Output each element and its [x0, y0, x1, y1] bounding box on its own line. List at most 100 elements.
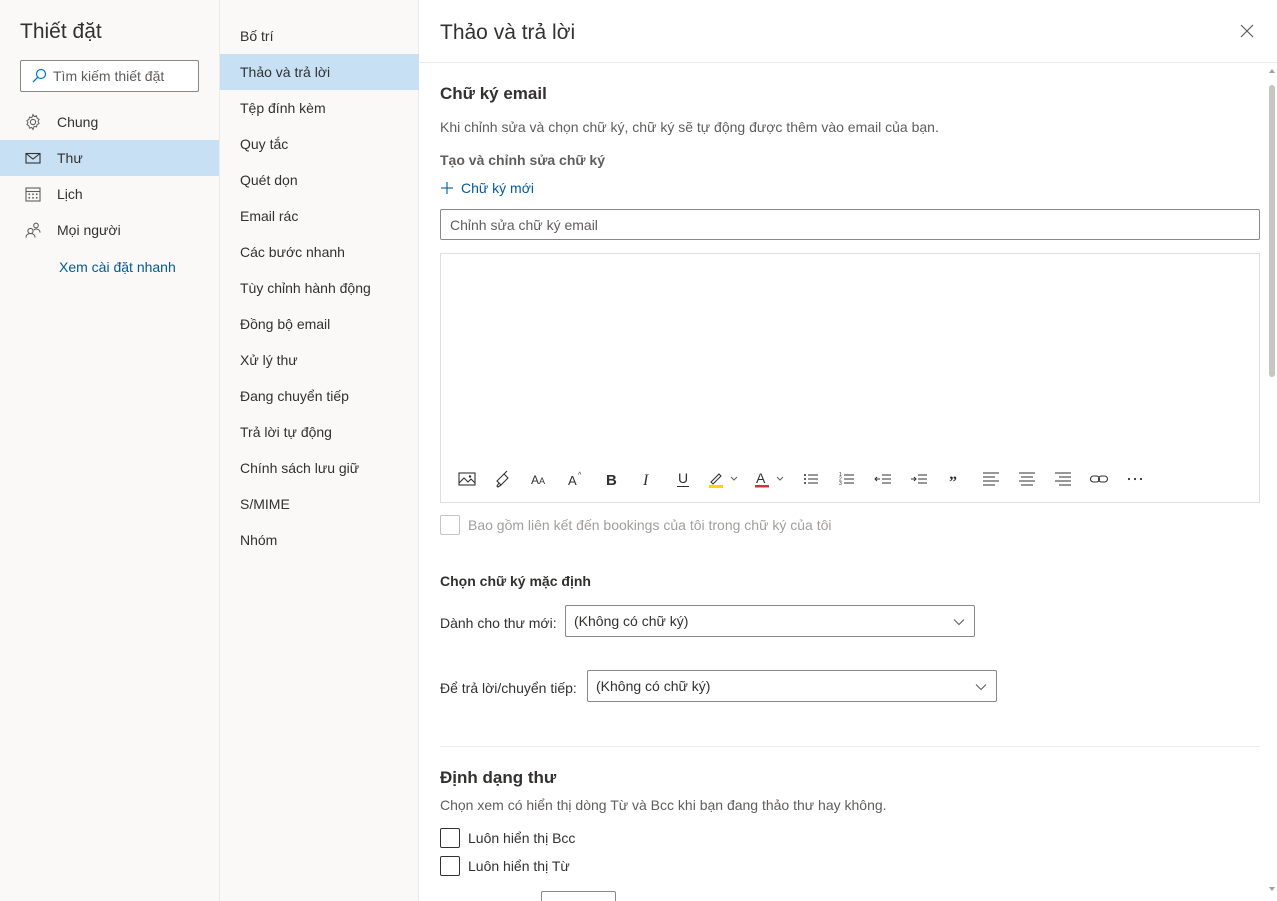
always-show-from-label: Luôn hiển thị Từ	[468, 858, 570, 874]
menu-item-rules[interactable]: Quy tắc	[220, 126, 419, 162]
nav-item-label: Thư	[57, 150, 83, 166]
new-messages-signature-dropdown[interactable]: (Không có chữ ký)	[565, 605, 975, 637]
search-icon	[32, 68, 47, 83]
nav-item-mail[interactable]: Thư	[0, 140, 219, 176]
scroll-thumb[interactable]	[1269, 85, 1275, 377]
svg-text:^: ^	[578, 472, 582, 479]
new-signature-label: Chữ ký mới	[461, 180, 535, 196]
compose-reply-panel: Thảo và trả lời Chữ ký email Khi chỉnh s…	[420, 0, 1277, 901]
font-size-icon[interactable]: AA	[521, 464, 557, 494]
email-signature-heading: Chữ ký email	[440, 84, 547, 103]
create-edit-signature-label: Tạo và chỉnh sửa chữ ký	[440, 152, 605, 168]
chevron-down-icon	[975, 684, 987, 691]
quote-icon[interactable]: ”	[937, 464, 973, 494]
signature-editor[interactable]: AA A ^ B I U A 123 ”	[440, 253, 1260, 503]
nav-item-calendar[interactable]: Lịch	[0, 176, 219, 212]
email-signature-description: Khi chỉnh sửa và chọn chữ ký, chữ ký sẽ …	[440, 119, 939, 135]
svg-text:”: ”	[949, 474, 957, 489]
always-show-bcc-checkbox[interactable]: Luôn hiển thị Bcc	[440, 828, 575, 848]
menu-item-compose-reply[interactable]: Thảo và trả lời	[220, 54, 419, 90]
new-messages-label: Dành cho thư mới:	[440, 615, 557, 631]
italic-icon[interactable]: I	[629, 464, 665, 494]
svg-text:A: A	[568, 473, 577, 488]
menu-item-retention-policies[interactable]: Chính sách lưu giữ	[220, 450, 419, 486]
menu-item-customize-actions[interactable]: Tùy chỉnh hành động	[220, 270, 419, 306]
menu-item-smime[interactable]: S/MIME	[220, 486, 419, 522]
panel-header: Thảo và trả lời	[420, 0, 1277, 63]
panel-scrollbar[interactable]	[1267, 63, 1277, 901]
font-color-icon[interactable]: A	[747, 464, 793, 494]
include-bookings-checkbox[interactable]: Bao gồm liên kết đến bookings của tôi tr…	[440, 515, 831, 535]
people-icon	[24, 221, 42, 239]
nav-item-label: Chung	[57, 114, 99, 130]
svg-text:A: A	[531, 473, 539, 487]
svg-text:3: 3	[839, 481, 842, 487]
format-painter-icon[interactable]	[485, 464, 521, 494]
replies-signature-dropdown[interactable]: (Không có chữ ký)	[587, 670, 997, 702]
formatting-toolbar: AA A ^ B I U A 123 ”	[449, 464, 1153, 494]
include-bookings-label: Bao gồm liên kết đến bookings của tôi tr…	[468, 517, 832, 533]
menu-item-message-handling[interactable]: Xử lý thư	[220, 342, 419, 378]
replies-forwards-label: Để trả lời/chuyển tiếp:	[440, 680, 577, 696]
decrease-indent-icon[interactable]	[865, 464, 901, 494]
signature-name-input[interactable]	[440, 209, 1260, 240]
checkbox-box[interactable]	[440, 828, 460, 848]
menu-item-layout[interactable]: Bố trí	[220, 18, 419, 54]
nav-item-label: Mọi người	[57, 222, 121, 238]
menu-item-junk-email[interactable]: Email rác	[220, 198, 419, 234]
superscript-icon[interactable]: A ^	[557, 464, 593, 494]
settings-search-box[interactable]: Tìm kiếm thiết đặt	[20, 60, 199, 92]
gear-icon	[24, 113, 42, 131]
increase-indent-icon[interactable]	[901, 464, 937, 494]
menu-item-attachments[interactable]: Tệp đính kèm	[220, 90, 419, 126]
nav-item-people[interactable]: Mọi người	[0, 212, 219, 248]
dropdown-value: (Không có chữ ký)	[574, 613, 689, 629]
menu-item-forwarding[interactable]: Đang chuyển tiếp	[220, 378, 419, 414]
scroll-up-icon[interactable]	[1268, 67, 1276, 75]
settings-title: Thiết đặt	[20, 20, 102, 43]
message-format-heading: Định dạng thư	[440, 768, 557, 787]
menu-item-sync-email[interactable]: Đồng bộ email	[220, 306, 419, 342]
align-left-icon[interactable]	[973, 464, 1009, 494]
menu-item-groups[interactable]: Nhóm	[220, 522, 419, 558]
always-show-from-checkbox[interactable]: Luôn hiển thị Từ	[440, 856, 570, 876]
align-right-icon[interactable]	[1045, 464, 1081, 494]
scroll-down-icon[interactable]	[1268, 885, 1276, 893]
always-show-bcc-label: Luôn hiển thị Bcc	[468, 830, 576, 846]
nav-item-general[interactable]: Chung	[0, 104, 219, 140]
chevron-down-icon	[953, 619, 965, 626]
underline-icon[interactable]: U	[665, 464, 701, 494]
bold-icon[interactable]: B	[593, 464, 629, 494]
default-signature-heading: Chọn chữ ký mặc định	[440, 573, 591, 589]
more-icon[interactable]	[1117, 464, 1153, 494]
checkbox-box[interactable]	[440, 515, 460, 535]
quick-settings-link[interactable]: Xem cài đặt nhanh	[59, 259, 176, 275]
svg-text:B: B	[606, 472, 617, 489]
bullets-icon[interactable]	[793, 464, 829, 494]
mail-settings-menu: Bố trí Thảo và trả lời Tệp đính kèm Quy …	[220, 0, 419, 901]
format-dropdown-partial[interactable]	[541, 891, 616, 901]
search-placeholder: Tìm kiếm thiết đặt	[53, 68, 165, 84]
checkbox-box[interactable]	[440, 856, 460, 876]
close-icon[interactable]	[1238, 22, 1256, 40]
numbering-icon[interactable]: 123	[829, 464, 865, 494]
new-signature-button[interactable]: Chữ ký mới	[440, 180, 534, 196]
align-center-icon[interactable]	[1009, 464, 1045, 494]
mail-icon	[24, 149, 42, 167]
panel-title: Thảo và trả lời	[440, 21, 576, 44]
svg-text:A: A	[756, 470, 766, 486]
nav-item-label: Lịch	[57, 186, 83, 202]
svg-text:A: A	[539, 476, 545, 486]
dropdown-value: (Không có chữ ký)	[596, 678, 711, 694]
svg-text:U: U	[678, 470, 688, 486]
menu-item-sweep[interactable]: Quét dọn	[220, 162, 419, 198]
plus-icon	[441, 182, 453, 194]
settings-nav-pane: Thiết đặt Tìm kiếm thiết đặt Chung Thư L…	[0, 0, 220, 901]
menu-item-quick-steps[interactable]: Các bước nhanh	[220, 234, 419, 270]
message-format-description: Chọn xem có hiển thị dòng Từ và Bcc khi …	[440, 797, 887, 813]
link-icon[interactable]	[1081, 464, 1117, 494]
section-divider	[440, 746, 1260, 747]
highlight-icon[interactable]	[701, 464, 747, 494]
insert-picture-icon[interactable]	[449, 464, 485, 494]
menu-item-automatic-replies[interactable]: Trả lời tự động	[220, 414, 419, 450]
